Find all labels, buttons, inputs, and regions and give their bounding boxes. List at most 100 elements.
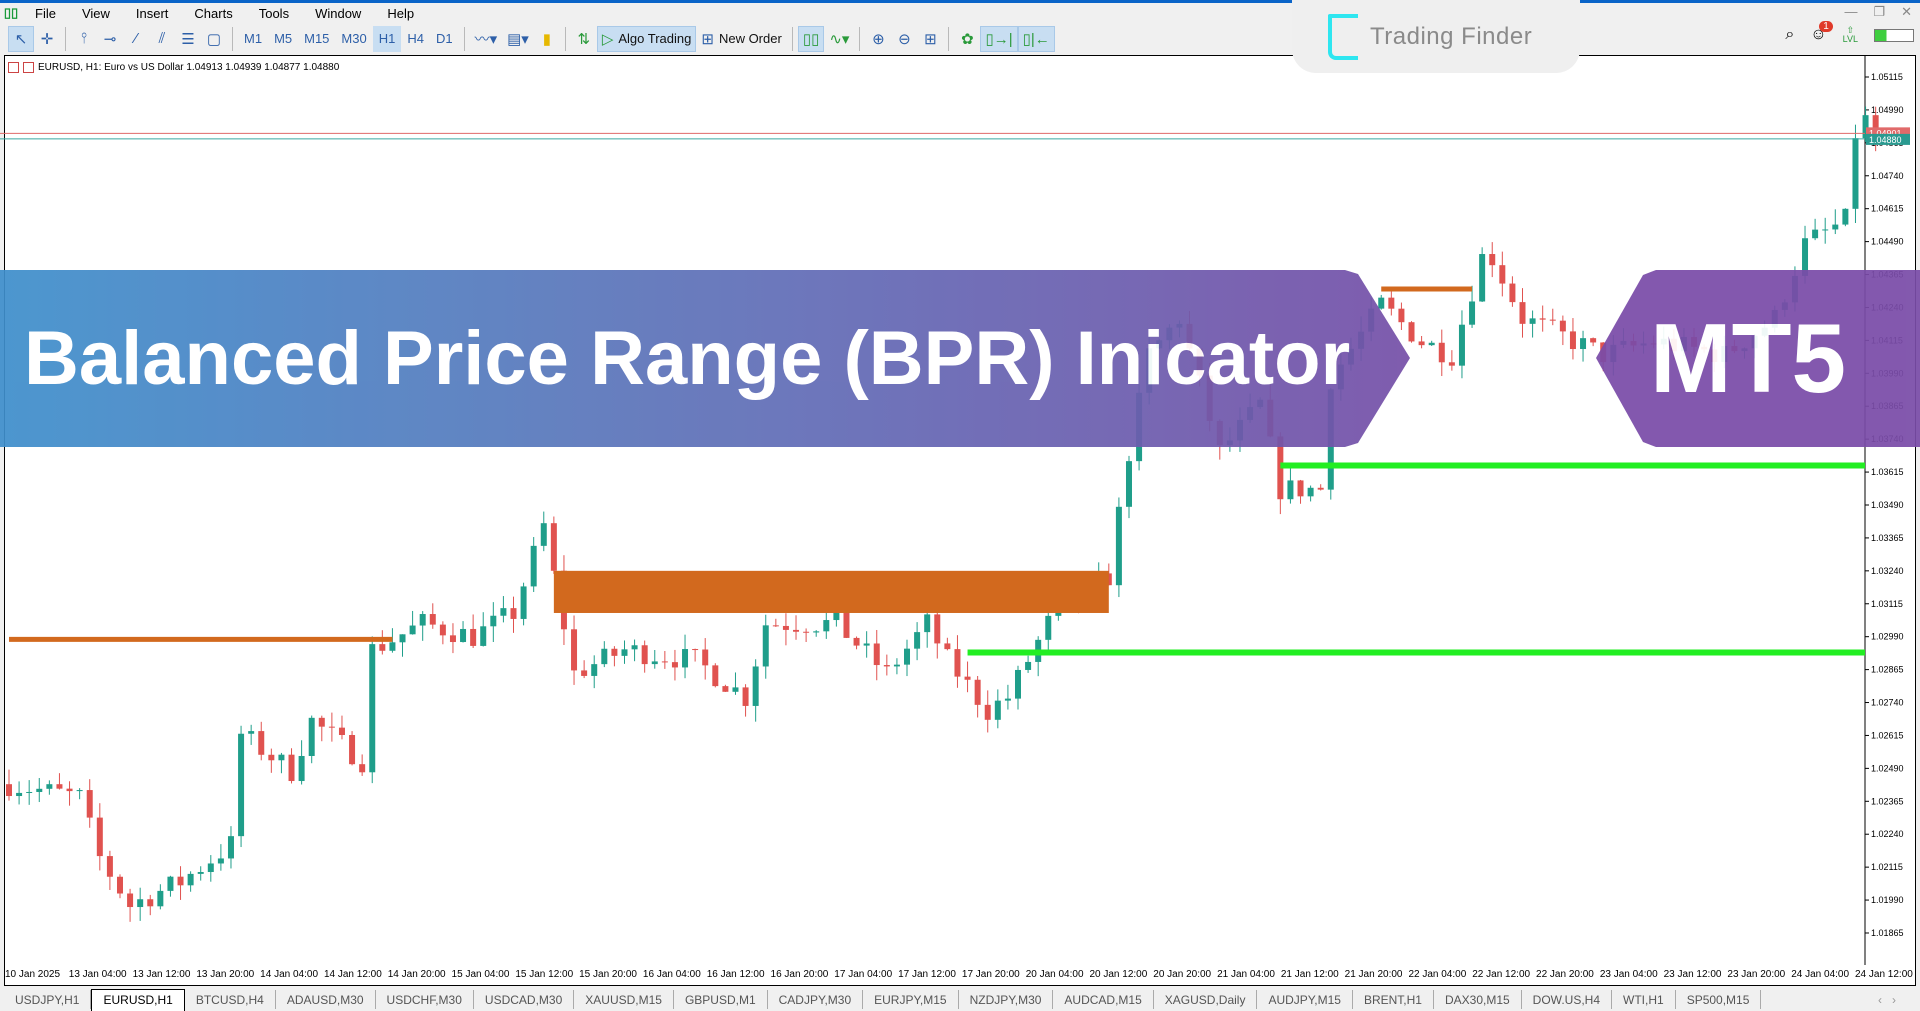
timeframe-d1[interactable]: D1 bbox=[430, 26, 459, 52]
chart-tab[interactable]: DOW.US,H4 bbox=[1522, 990, 1613, 1009]
divider bbox=[948, 26, 950, 51]
indicator-line-icon[interactable]: ∿▾ bbox=[824, 26, 854, 52]
minimize-icon[interactable]: — bbox=[1844, 4, 1857, 20]
candle-body bbox=[540, 523, 547, 546]
candle-body bbox=[1418, 341, 1425, 346]
candle-body bbox=[692, 649, 699, 651]
candle-body bbox=[137, 899, 144, 908]
trendline-icon[interactable]: ⁄ bbox=[123, 26, 149, 52]
candle-body bbox=[480, 626, 487, 646]
timeframe-m30[interactable]: M30 bbox=[335, 26, 372, 52]
candle-body bbox=[893, 664, 900, 667]
menu-tools[interactable]: Tools bbox=[246, 6, 302, 21]
restore-icon[interactable]: ❐ bbox=[1873, 4, 1885, 20]
chart-tab[interactable]: WTI,H1 bbox=[1612, 990, 1676, 1009]
folder-icon[interactable]: ▮ bbox=[534, 26, 560, 52]
chart-tab[interactable]: AUDCAD,M15 bbox=[1053, 990, 1154, 1009]
candle-body bbox=[1549, 319, 1556, 321]
zoom-out-icon[interactable]: ⊖ bbox=[891, 26, 917, 52]
chart-tab[interactable]: BRENT,H1 bbox=[1353, 990, 1434, 1009]
timeframe-h1[interactable]: H1 bbox=[372, 25, 402, 52]
chart-type-mini-icon[interactable] bbox=[23, 62, 34, 73]
candle-body bbox=[772, 625, 779, 627]
search-icon[interactable]: ⌕ bbox=[1785, 26, 1794, 44]
chart-tab[interactable]: BTCUSD,H4 bbox=[185, 990, 276, 1009]
time-tick-label: 24 Jan 12:00 bbox=[1855, 969, 1913, 980]
buy-sell-icon[interactable]: ⇅ bbox=[571, 26, 597, 52]
timeframe-m15[interactable]: M15 bbox=[298, 26, 335, 52]
menu-insert[interactable]: Insert bbox=[123, 6, 182, 21]
zoom-in-icon[interactable]: ⊕ bbox=[865, 26, 891, 52]
rectangle-icon[interactable]: ▢ bbox=[201, 26, 227, 52]
fibonacci-icon[interactable]: ☰ bbox=[175, 26, 201, 52]
chart-type-icon[interactable]: 〰▾ bbox=[470, 26, 503, 52]
chart-tab[interactable]: USDCHF,M30 bbox=[376, 990, 474, 1009]
menu-window[interactable]: Window bbox=[302, 6, 374, 21]
chart-tab[interactable]: SP500,M15 bbox=[1676, 990, 1762, 1009]
menu-file[interactable]: File bbox=[22, 6, 69, 21]
candle-body bbox=[1479, 254, 1486, 302]
candle-body bbox=[1812, 229, 1819, 239]
chart-tab[interactable]: NZDJPY,M30 bbox=[959, 990, 1054, 1009]
candle-body bbox=[76, 790, 83, 792]
tab-scroll-arrows-icon[interactable]: ‹› bbox=[1878, 993, 1906, 1007]
candle-body bbox=[1115, 506, 1122, 586]
time-tick-label: 24 Jan 04:00 bbox=[1791, 969, 1850, 980]
algo-trading-button[interactable]: ▷ Algo Trading bbox=[596, 25, 697, 52]
new-order-button[interactable]: ⊞ New Order bbox=[696, 26, 786, 52]
cursor-icon[interactable]: ↖ bbox=[8, 25, 34, 52]
horizontal-line-icon[interactable]: ⊸ bbox=[97, 26, 123, 52]
candlestick-icon[interactable]: ▯▯ bbox=[797, 25, 825, 52]
chart-tab[interactable]: XAGUSD,Daily bbox=[1154, 990, 1258, 1009]
timeframe-m1[interactable]: M1 bbox=[238, 26, 268, 52]
menu-charts[interactable]: Charts bbox=[181, 6, 245, 21]
account-icon[interactable]: ☺ 1 bbox=[1810, 21, 1833, 44]
chart-tab[interactable]: EURJPY,M15 bbox=[863, 990, 959, 1009]
candle-body bbox=[732, 687, 739, 692]
chart-shift-icon[interactable]: ▯|← bbox=[1017, 25, 1055, 52]
chart-tab[interactable]: USDCAD,M30 bbox=[474, 990, 575, 1009]
candle-body bbox=[439, 624, 446, 636]
level-icon[interactable]: ⇧ LVL bbox=[1843, 26, 1858, 44]
menu-help[interactable]: Help bbox=[374, 6, 427, 21]
candle-body bbox=[1519, 302, 1526, 324]
price-tick-label: 1.04740 bbox=[1871, 171, 1904, 181]
chart-tab[interactable]: XAUUSD,M15 bbox=[574, 990, 674, 1009]
menu-view[interactable]: View bbox=[69, 6, 123, 21]
auto-scroll-icon[interactable]: ▯→| bbox=[980, 25, 1018, 52]
candle-body bbox=[338, 727, 345, 736]
time-tick-label: 21 Jan 12:00 bbox=[1280, 969, 1339, 980]
close-icon[interactable]: ✕ bbox=[1901, 4, 1912, 20]
chart-tab[interactable]: EURUSD,H1 bbox=[91, 988, 185, 1011]
toolbar-right: ⌕ ☺ 1 ⇧ LVL bbox=[1785, 21, 1914, 44]
timeframe-m5[interactable]: M5 bbox=[268, 26, 298, 52]
candle-body bbox=[389, 642, 396, 651]
price-tick-label: 1.02990 bbox=[1871, 632, 1904, 642]
chart-tab[interactable]: ADAUSD,M30 bbox=[276, 990, 376, 1009]
candle-body bbox=[96, 817, 103, 857]
settings-badge-icon[interactable]: ✿ bbox=[954, 26, 980, 52]
timeframe-h4[interactable]: H4 bbox=[401, 26, 430, 52]
time-tick-label: 21 Jan 04:00 bbox=[1217, 969, 1275, 980]
crosshair-icon[interactable]: ✛ bbox=[34, 26, 60, 52]
chart-tab[interactable]: USDJPY,H1 bbox=[4, 990, 92, 1009]
chart-tab[interactable]: AUDJPY,M15 bbox=[1257, 990, 1353, 1009]
channel-icon[interactable]: ⫽ bbox=[149, 26, 175, 52]
logo-mark-icon bbox=[1328, 13, 1358, 60]
candle-body bbox=[1317, 487, 1324, 490]
platform-badge: MT5 bbox=[1596, 270, 1920, 447]
indicators-icon[interactable]: ▤▾ bbox=[502, 26, 534, 52]
chart-tab[interactable]: CADJPY,M30 bbox=[768, 990, 864, 1009]
price-chart[interactable]: 1.051151.049901.048651.047401.046151.044… bbox=[0, 55, 1920, 967]
tile-windows-icon[interactable]: ⊞ bbox=[917, 26, 943, 52]
candle-body bbox=[793, 629, 800, 632]
chart-menu-icon[interactable] bbox=[8, 62, 19, 73]
vertical-line-icon[interactable]: ⫯ bbox=[71, 26, 97, 52]
chart-tab[interactable]: DAX30,M15 bbox=[1434, 990, 1522, 1009]
price-tick-label: 1.03115 bbox=[1871, 599, 1903, 609]
candle-body bbox=[1458, 324, 1465, 366]
candle-body bbox=[621, 649, 628, 656]
chart-tab[interactable]: GBPUSD,M1 bbox=[674, 990, 768, 1009]
candle-body bbox=[752, 666, 759, 706]
time-tick-label: 17 Jan 12:00 bbox=[898, 969, 956, 980]
